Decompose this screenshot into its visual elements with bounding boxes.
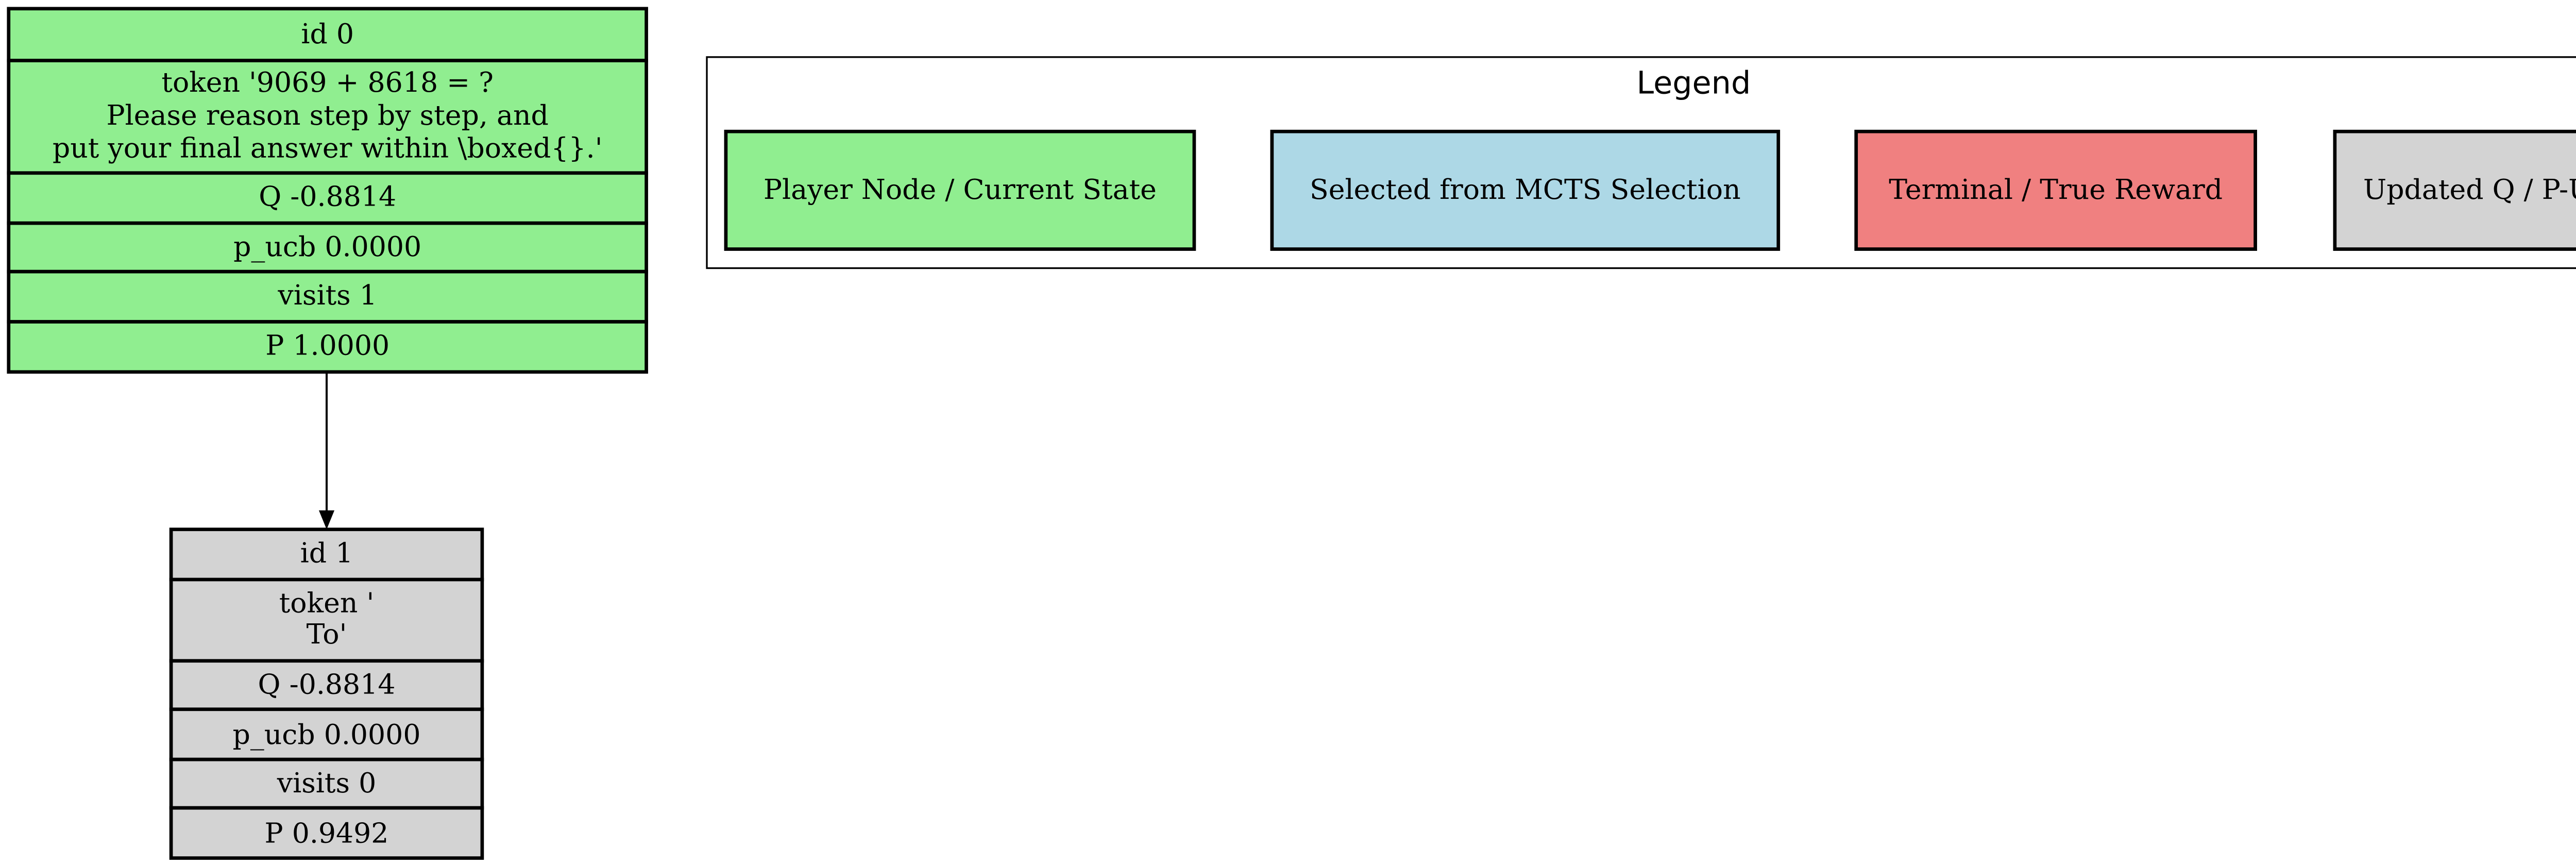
node-1-visits: visits 0 <box>277 767 376 799</box>
legend-label-updated: Updated Q / P-UCB <box>2363 173 2576 206</box>
node-1-token-line: token ' <box>279 587 375 619</box>
node-0-id: id 0 <box>301 18 354 50</box>
node-0-token-line: put your final answer within \boxed{}.' <box>53 132 603 164</box>
mcts-tree-diagram: id 0 token '9069 + 8618 = ? Please reaso… <box>7 7 2576 860</box>
node-1-id: id 1 <box>300 536 353 569</box>
legend-label-terminal: Terminal / True Reward <box>1889 173 2223 206</box>
arrowhead-icon <box>318 510 335 530</box>
legend-label-player-node: Player Node / Current State <box>764 173 1157 206</box>
edge-0-to-1 <box>318 371 335 530</box>
node-1-token-line: To' <box>307 618 347 650</box>
node-0-q: Q -0.8814 <box>259 180 396 213</box>
node-0-pucb: p_ucb 0.0000 <box>233 230 421 263</box>
legend-title: Legend <box>1637 65 1751 101</box>
tree-node-1: id 1 token ' To' Q -0.8814 p_ucb 0.0000 … <box>169 528 484 860</box>
node-0-p: P 1.0000 <box>265 329 389 361</box>
node-1-p: P 0.9492 <box>265 817 389 849</box>
tree-node-0: id 0 token '9069 + 8618 = ? Please reaso… <box>7 7 648 374</box>
legend: Legend Player Node / Current State Selec… <box>706 56 2576 269</box>
node-0-visits: visits 1 <box>277 279 377 311</box>
node-0-token-line: Please reason step by step, and <box>106 99 548 131</box>
legend-label-selected: Selected from MCTS Selection <box>1310 173 1741 206</box>
node-1-q: Q -0.8814 <box>258 668 396 701</box>
node-1-pucb: p_ucb 0.0000 <box>233 718 421 751</box>
node-0-token-line: token '9069 + 8618 = ? <box>161 66 494 98</box>
